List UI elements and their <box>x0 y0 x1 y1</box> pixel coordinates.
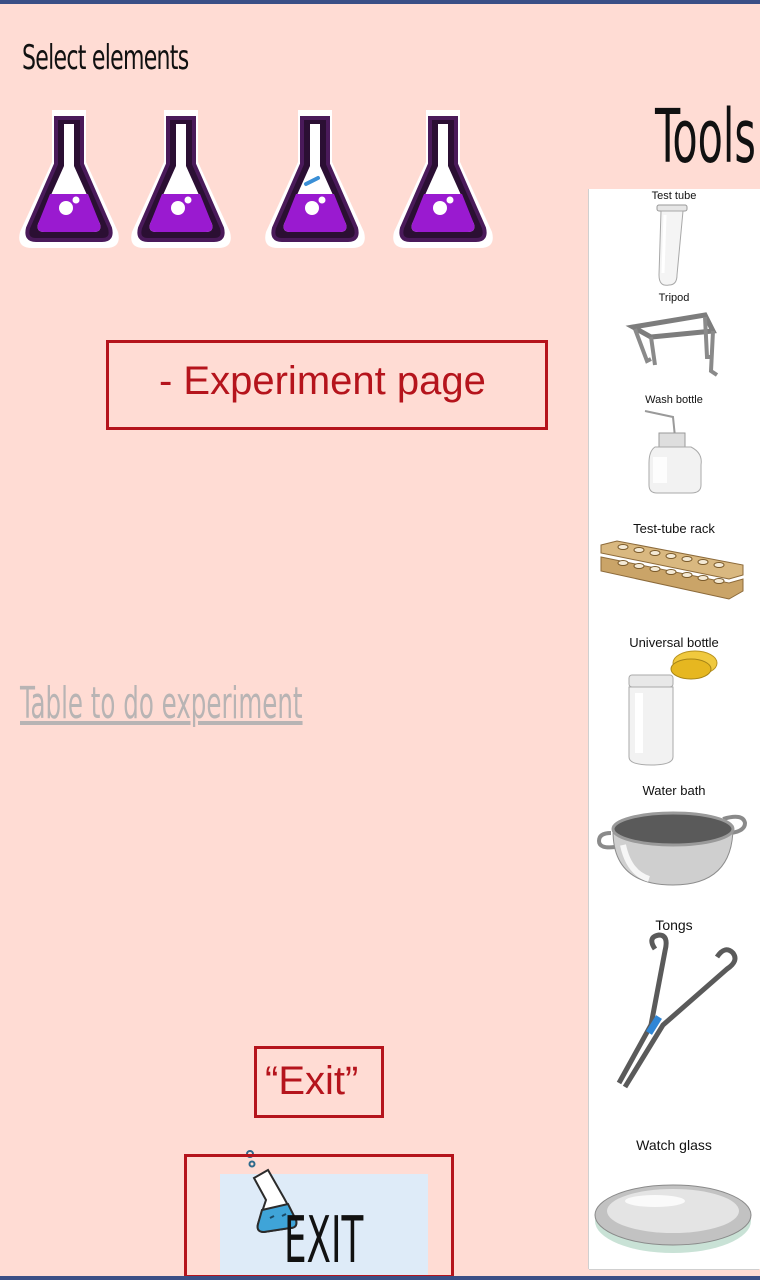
flask-icon <box>393 110 493 248</box>
flask-element-4[interactable] <box>388 104 498 254</box>
tools-title: Tools <box>655 94 756 180</box>
experiment-page-annotation: - Experiment page <box>106 340 548 430</box>
experiment-page-annotation-text: - Experiment page <box>159 359 486 403</box>
water-bath-icon <box>596 811 748 886</box>
exit-annotation: “Exit” <box>254 1046 384 1118</box>
test-tube-rack-icon <box>600 540 744 600</box>
tool-wash-bottle[interactable]: Wash bottle <box>589 393 759 496</box>
select-elements-title: Select elements <box>22 38 189 78</box>
tool-universal-bottle[interactable]: Universal bottle <box>589 633 759 774</box>
flask-element-3[interactable] <box>260 104 370 254</box>
exit-annotation-text: “Exit” <box>265 1059 359 1103</box>
tools-panel: Test tube Tripod Wash bottle Test-tube r… <box>588 189 760 1270</box>
wash-bottle-icon <box>644 410 702 494</box>
tool-test-tube-rack[interactable]: Test-tube rack <box>589 495 759 634</box>
tool-tongs[interactable]: Tongs <box>589 913 759 1102</box>
table-to-do-experiment-link[interactable]: Table to do experiment <box>20 678 303 729</box>
tool-watch-glass[interactable]: Watch glass <box>589 1101 759 1270</box>
exit-button-annotation <box>184 1154 454 1276</box>
test-tube-icon <box>656 204 688 286</box>
watch-glass-icon <box>594 1184 752 1253</box>
experiment-screen: Select elements Tools Test tube Tripod W… <box>0 0 760 1280</box>
flask-element-2[interactable] <box>126 104 236 254</box>
flask-icon <box>265 110 365 248</box>
flask-element-1[interactable] <box>14 104 124 254</box>
element-flasks <box>14 104 514 254</box>
flask-icon <box>131 110 231 248</box>
tool-test-tube[interactable]: Test tube <box>589 189 759 292</box>
tripod-icon <box>625 312 719 377</box>
tool-water-bath[interactable]: Water bath <box>589 773 759 914</box>
tool-tripod[interactable]: Tripod <box>589 291 759 394</box>
flask-icon <box>19 110 119 248</box>
tongs-icon <box>616 932 738 1089</box>
universal-bottle-icon <box>628 650 718 766</box>
